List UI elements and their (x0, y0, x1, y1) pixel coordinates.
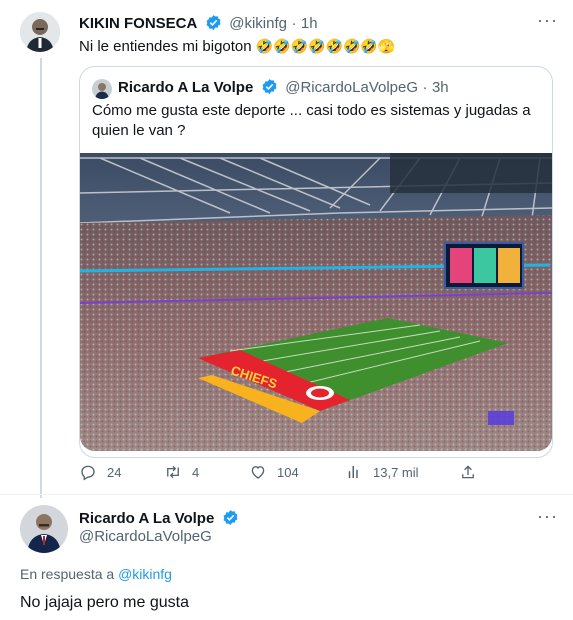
reply-author-name[interactable]: Ricardo A La Volpe (79, 510, 214, 527)
ricardo-la-volpe-avatar[interactable] (20, 505, 68, 553)
football-stadium-image: CHIEFS (80, 153, 552, 451)
time-separator: · (291, 15, 297, 32)
author-handle[interactable]: @kikinfg (229, 15, 287, 32)
reply-author-handle[interactable]: @RicardoLaVolpeG (79, 528, 212, 545)
retweet-count: 4 (192, 464, 200, 480)
kikin-fonseca-avatar[interactable] (20, 12, 60, 52)
quoted-text: Cómo me gusta este deporte ... casi todo… (92, 101, 542, 141)
quoted-author-name: Ricardo A La Volpe (118, 79, 254, 96)
share-icon (462, 465, 474, 479)
tweet-text: Ni le entiendes mi bigoton 🤣🤣🤣🤣🤣🤣🤣🫣 (79, 36, 395, 57)
ricardo-la-volpe-avatar-small (92, 79, 112, 99)
quoted-text-line-2: quien le van ? (92, 122, 186, 139)
tweet-text-body: Ni le entiendes mi bigoton (79, 38, 252, 55)
quoted-time: 3h (431, 79, 449, 96)
quoted-author-handle: @RicardoLaVolpeG (285, 79, 419, 96)
quoted-text-line-1: Cómo me gusta este deporte ... casi todo… (92, 102, 531, 119)
reply-author-block: Ricardo A La Volpe (79, 509, 242, 528)
reply-text: No jajaja pero me gusta (20, 594, 189, 611)
views-button[interactable]: 13,7 mil (345, 460, 419, 484)
reply-more-options-icon[interactable]: ··· (537, 506, 558, 527)
reply-button[interactable]: 24 (79, 460, 121, 484)
person-photo-icon (20, 505, 68, 553)
retweet-button[interactable]: 4 (164, 460, 199, 484)
heart-icon (251, 466, 265, 479)
author-name[interactable]: KIKIN FONSECA (79, 15, 197, 32)
stadium-photo[interactable]: CHIEFS (80, 153, 552, 451)
tweet-divider (0, 494, 573, 495)
person-photo-icon (20, 12, 60, 52)
share-button[interactable] (459, 460, 487, 484)
reply-thread-line (40, 58, 42, 498)
in-reply-handle-link[interactable]: @kikinfg (118, 566, 172, 582)
quoted-time-separator: · (422, 79, 428, 96)
tweet-time[interactable]: 1h (301, 15, 318, 32)
views-count: 13,7 mil (373, 464, 419, 480)
reply-icon (81, 465, 95, 481)
person-photo-icon (92, 79, 112, 99)
reply-count: 24 (107, 464, 122, 480)
quoted-tweet-card[interactable]: Ricardo A La Volpe @RicardoLaVolpeG · 3h… (79, 66, 553, 458)
verified-badge-icon (223, 510, 238, 525)
in-reply-to: En respuesta a @kikinfg (20, 566, 172, 582)
in-reply-prefix: En respuesta a (20, 566, 115, 582)
verified-badge-icon (262, 79, 277, 94)
tweet-emoji: 🤣🤣🤣🤣🤣🤣🤣🫣 (255, 38, 396, 54)
like-count: 104 (277, 464, 299, 480)
verified-badge-icon (206, 15, 221, 30)
more-options-icon[interactable]: ··· (537, 10, 558, 31)
retweet-icon (167, 465, 179, 479)
views-chart-icon (348, 466, 358, 478)
quoted-header: Ricardo A La Volpe @RicardoLaVolpeG · 3h (118, 78, 449, 97)
like-button[interactable]: 104 (249, 460, 299, 484)
tweet-header: KIKIN FONSECA @kikinfg · 1h (79, 14, 318, 33)
